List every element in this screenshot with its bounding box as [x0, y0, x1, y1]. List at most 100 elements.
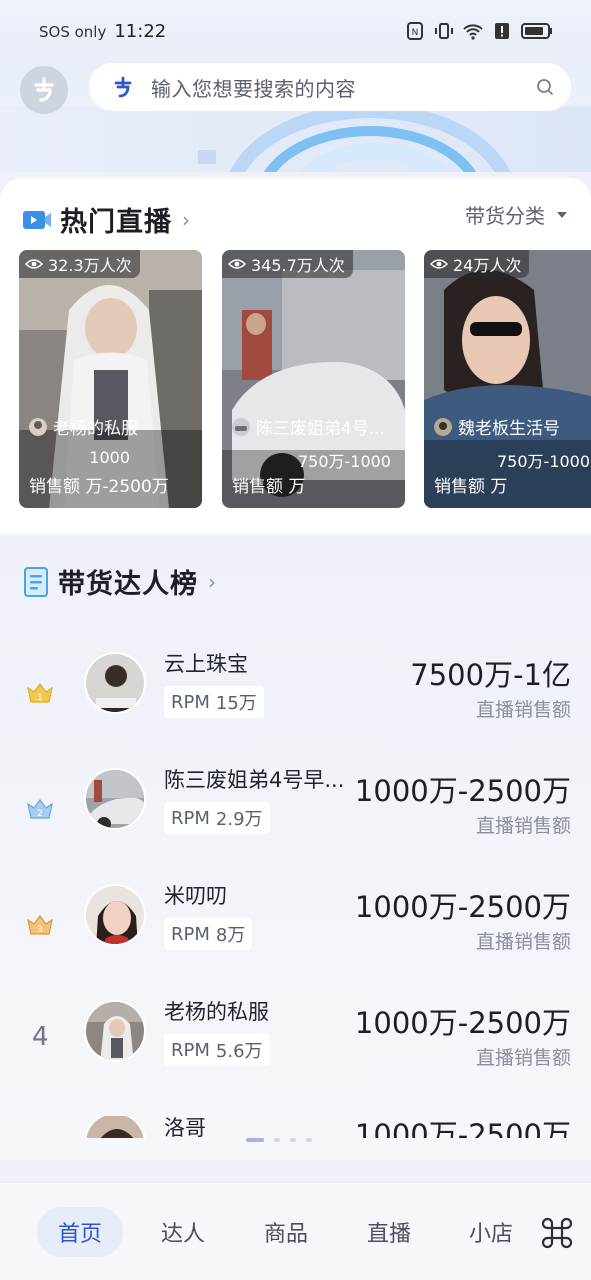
search-brand-icon: [114, 76, 132, 98]
rpm-badge: RPM 5.6万: [164, 1034, 270, 1066]
viewer-count-badge: 32.3万人次: [19, 250, 140, 278]
status-icons: N: [405, 21, 553, 41]
nfc-icon: N: [407, 22, 423, 40]
pager-dot: [290, 1138, 296, 1142]
rpm-badge: RPM 15万: [164, 686, 264, 718]
nav-products[interactable]: 商品: [243, 1207, 329, 1257]
ranking-title: 带货达人榜: [58, 569, 198, 600]
rpm-value: 5.6万: [215, 1041, 263, 1062]
sales-label: 销售额 万-2500万: [29, 477, 169, 497]
ranking-list-icon: [24, 566, 48, 597]
streamer-avatar: [232, 417, 250, 436]
live-card-item[interactable]: 32.3万人次 老杨的私服 1000 销售额 万-2500万: [19, 250, 202, 508]
silver-medal-icon: 2: [27, 799, 53, 819]
sales-label: 销售额 万: [434, 477, 508, 497]
streamer-info: 魏老板生活号: [434, 414, 560, 439]
battery-icon: [521, 23, 552, 39]
eye-icon: [25, 259, 43, 269]
avatar: [84, 768, 146, 830]
category-label: 带货分类: [465, 204, 545, 228]
sales-amount: 7500万-1亿: [410, 658, 571, 692]
viewer-count: 24万人次: [453, 256, 522, 275]
hot-live-title: 热门直播: [60, 207, 172, 238]
sales-amount: 1000万-2500万: [354, 774, 571, 808]
streamer-avatar: [434, 417, 452, 436]
rank-number: 4: [32, 1022, 49, 1052]
streamer-name: 老杨的私服: [53, 419, 138, 439]
pager-dot: [274, 1138, 280, 1142]
rpm-value: 2.9万: [215, 809, 263, 830]
search-icon[interactable]: [535, 77, 555, 97]
nav-influencers[interactable]: 达人: [140, 1207, 226, 1257]
status-left: SOS only 11:22: [39, 21, 166, 42]
avatar: [84, 652, 146, 714]
sales-amount-label: 直播销售额: [475, 699, 571, 721]
sales-label: 销售额 万: [232, 477, 306, 497]
ranking-row[interactable]: 3 米叨叨 RPM 8万 1000万-2500万 直播销售额: [0, 884, 591, 1000]
chevron-right-icon: ›: [182, 207, 190, 232]
hot-live-header[interactable]: 热门直播 ›: [22, 200, 190, 239]
app-logo-icon: [34, 77, 54, 102]
nav-live[interactable]: 直播: [346, 1207, 432, 1257]
sales-amount-label: 直播销售额: [475, 815, 571, 837]
nav-shop[interactable]: 小店: [448, 1207, 534, 1257]
rpm-label: RPM: [171, 691, 210, 713]
rpm-badge: RPM 8万: [164, 918, 253, 950]
sales-amount: 1000万-2500万: [354, 1006, 571, 1040]
avatar: [84, 1116, 146, 1138]
app-logo-button[interactable]: [20, 66, 68, 114]
avatar: [84, 884, 146, 946]
ranking-name: 洛哥: [164, 1116, 206, 1138]
sales-amount: 750万-1000: [497, 452, 591, 471]
more-apps-icon[interactable]: [541, 1217, 573, 1249]
eye-icon: [430, 259, 448, 269]
ranking-row[interactable]: 洛哥 1000万-2500万: [0, 1116, 591, 1138]
viewer-count: 32.3万人次: [48, 256, 132, 275]
streamer-name: 陈三废姐弟4号...: [256, 419, 386, 439]
sales-amount: 1000万-2500万: [354, 1118, 571, 1138]
search-placeholder: 输入您想要搜索的内容: [151, 76, 356, 101]
wifi-icon: [463, 24, 483, 40]
pager-dot-active: [246, 1138, 264, 1142]
ranking-row[interactable]: 2 陈三废姐弟4号早... RPM 2.9万 1000万-2500万 直播销售额: [0, 768, 591, 884]
viewer-count-badge: 24万人次: [424, 250, 530, 278]
streamer-info: 陈三废姐弟4号...: [232, 414, 385, 439]
rpm-badge: RPM 2.9万: [164, 802, 270, 834]
ranking-row[interactable]: 4 老杨的私服 RPM 5.6万 1000万-2500万 直播销售额: [0, 1000, 591, 1116]
nav-home[interactable]: 首页: [37, 1207, 123, 1257]
category-dropdown[interactable]: 带货分类: [465, 200, 567, 229]
chevron-down-icon: [557, 211, 567, 218]
bottom-nav: 首页 达人 商品 直播 小店: [0, 1182, 591, 1280]
ranking-name: 米叨叨: [164, 884, 227, 908]
ranking-row[interactable]: 1 云上珠宝 RPM 15万 7500万-1亿 直播销售额: [0, 652, 591, 768]
alert-icon: [495, 23, 509, 39]
search-input[interactable]: 输入您想要搜索的内容: [89, 63, 571, 111]
live-card-item[interactable]: 24万人次 魏老板生活号 750万-1000 销售额 万: [424, 250, 591, 508]
streamer-name: 魏老板生活号: [458, 419, 560, 439]
chevron-right-icon: ›: [208, 569, 216, 594]
ranking-name: 陈三废姐弟4号早...: [164, 768, 345, 792]
status-bar: SOS only 11:22 N: [0, 0, 591, 62]
svg-text:2: 2: [37, 809, 43, 819]
sales-amount-label: 直播销售额: [475, 931, 571, 953]
avatar: [84, 1000, 146, 1062]
bronze-medal-icon: 3: [27, 915, 53, 935]
hot-live-section: 热门直播 › 带货分类 32.3万人次 老杨的私服 1000 销售额 万-250…: [0, 178, 591, 534]
sales-amount: 1000万-2500万: [354, 890, 571, 924]
rpm-value: 8万: [215, 925, 246, 946]
sales-amount: 1000: [89, 448, 130, 467]
live-card-item[interactable]: 345.7万人次 陈三废姐弟4号... 750万-1000 销售额 万: [222, 250, 405, 508]
rpm-label: RPM: [171, 1039, 210, 1061]
sales-amount: 750万-1000: [297, 452, 391, 471]
eye-icon: [228, 259, 246, 269]
live-carousel[interactable]: 32.3万人次 老杨的私服 1000 销售额 万-2500万 345.7万人次 …: [19, 250, 591, 508]
rpm-label: RPM: [171, 807, 210, 829]
streamer-avatar: [29, 417, 47, 436]
streamer-info: 老杨的私服: [29, 414, 138, 439]
gold-medal-icon: 1: [27, 683, 53, 703]
svg-text:3: 3: [37, 925, 43, 935]
banner-graphic: [0, 106, 591, 172]
ranking-header[interactable]: 带货达人榜 ›: [22, 562, 216, 601]
svg-text:1: 1: [37, 693, 43, 703]
rpm-label: RPM: [171, 923, 210, 945]
